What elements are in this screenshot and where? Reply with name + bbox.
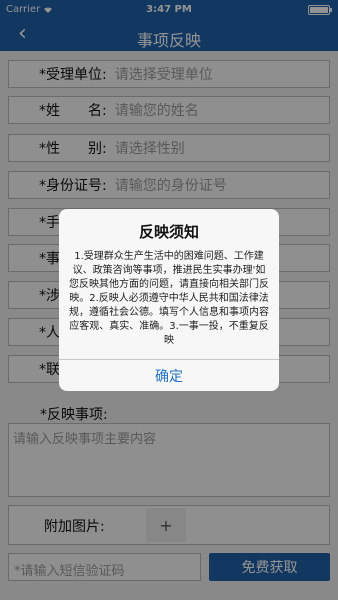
notice-dialog: 反映须知 1.受理群众生产生活中的困难问题、工作建议、政策咨询等事项，推进民生实… <box>59 209 279 391</box>
confirm-button[interactable]: 确定 <box>59 360 279 391</box>
confirm-label: 确定 <box>155 368 183 385</box>
dialog-body: 1.受理群众生产生活中的困难问题、工作建议、政策咨询等事项，推进民生实事办理'如… <box>69 251 269 346</box>
dialog-title: 反映须知 <box>138 223 199 241</box>
